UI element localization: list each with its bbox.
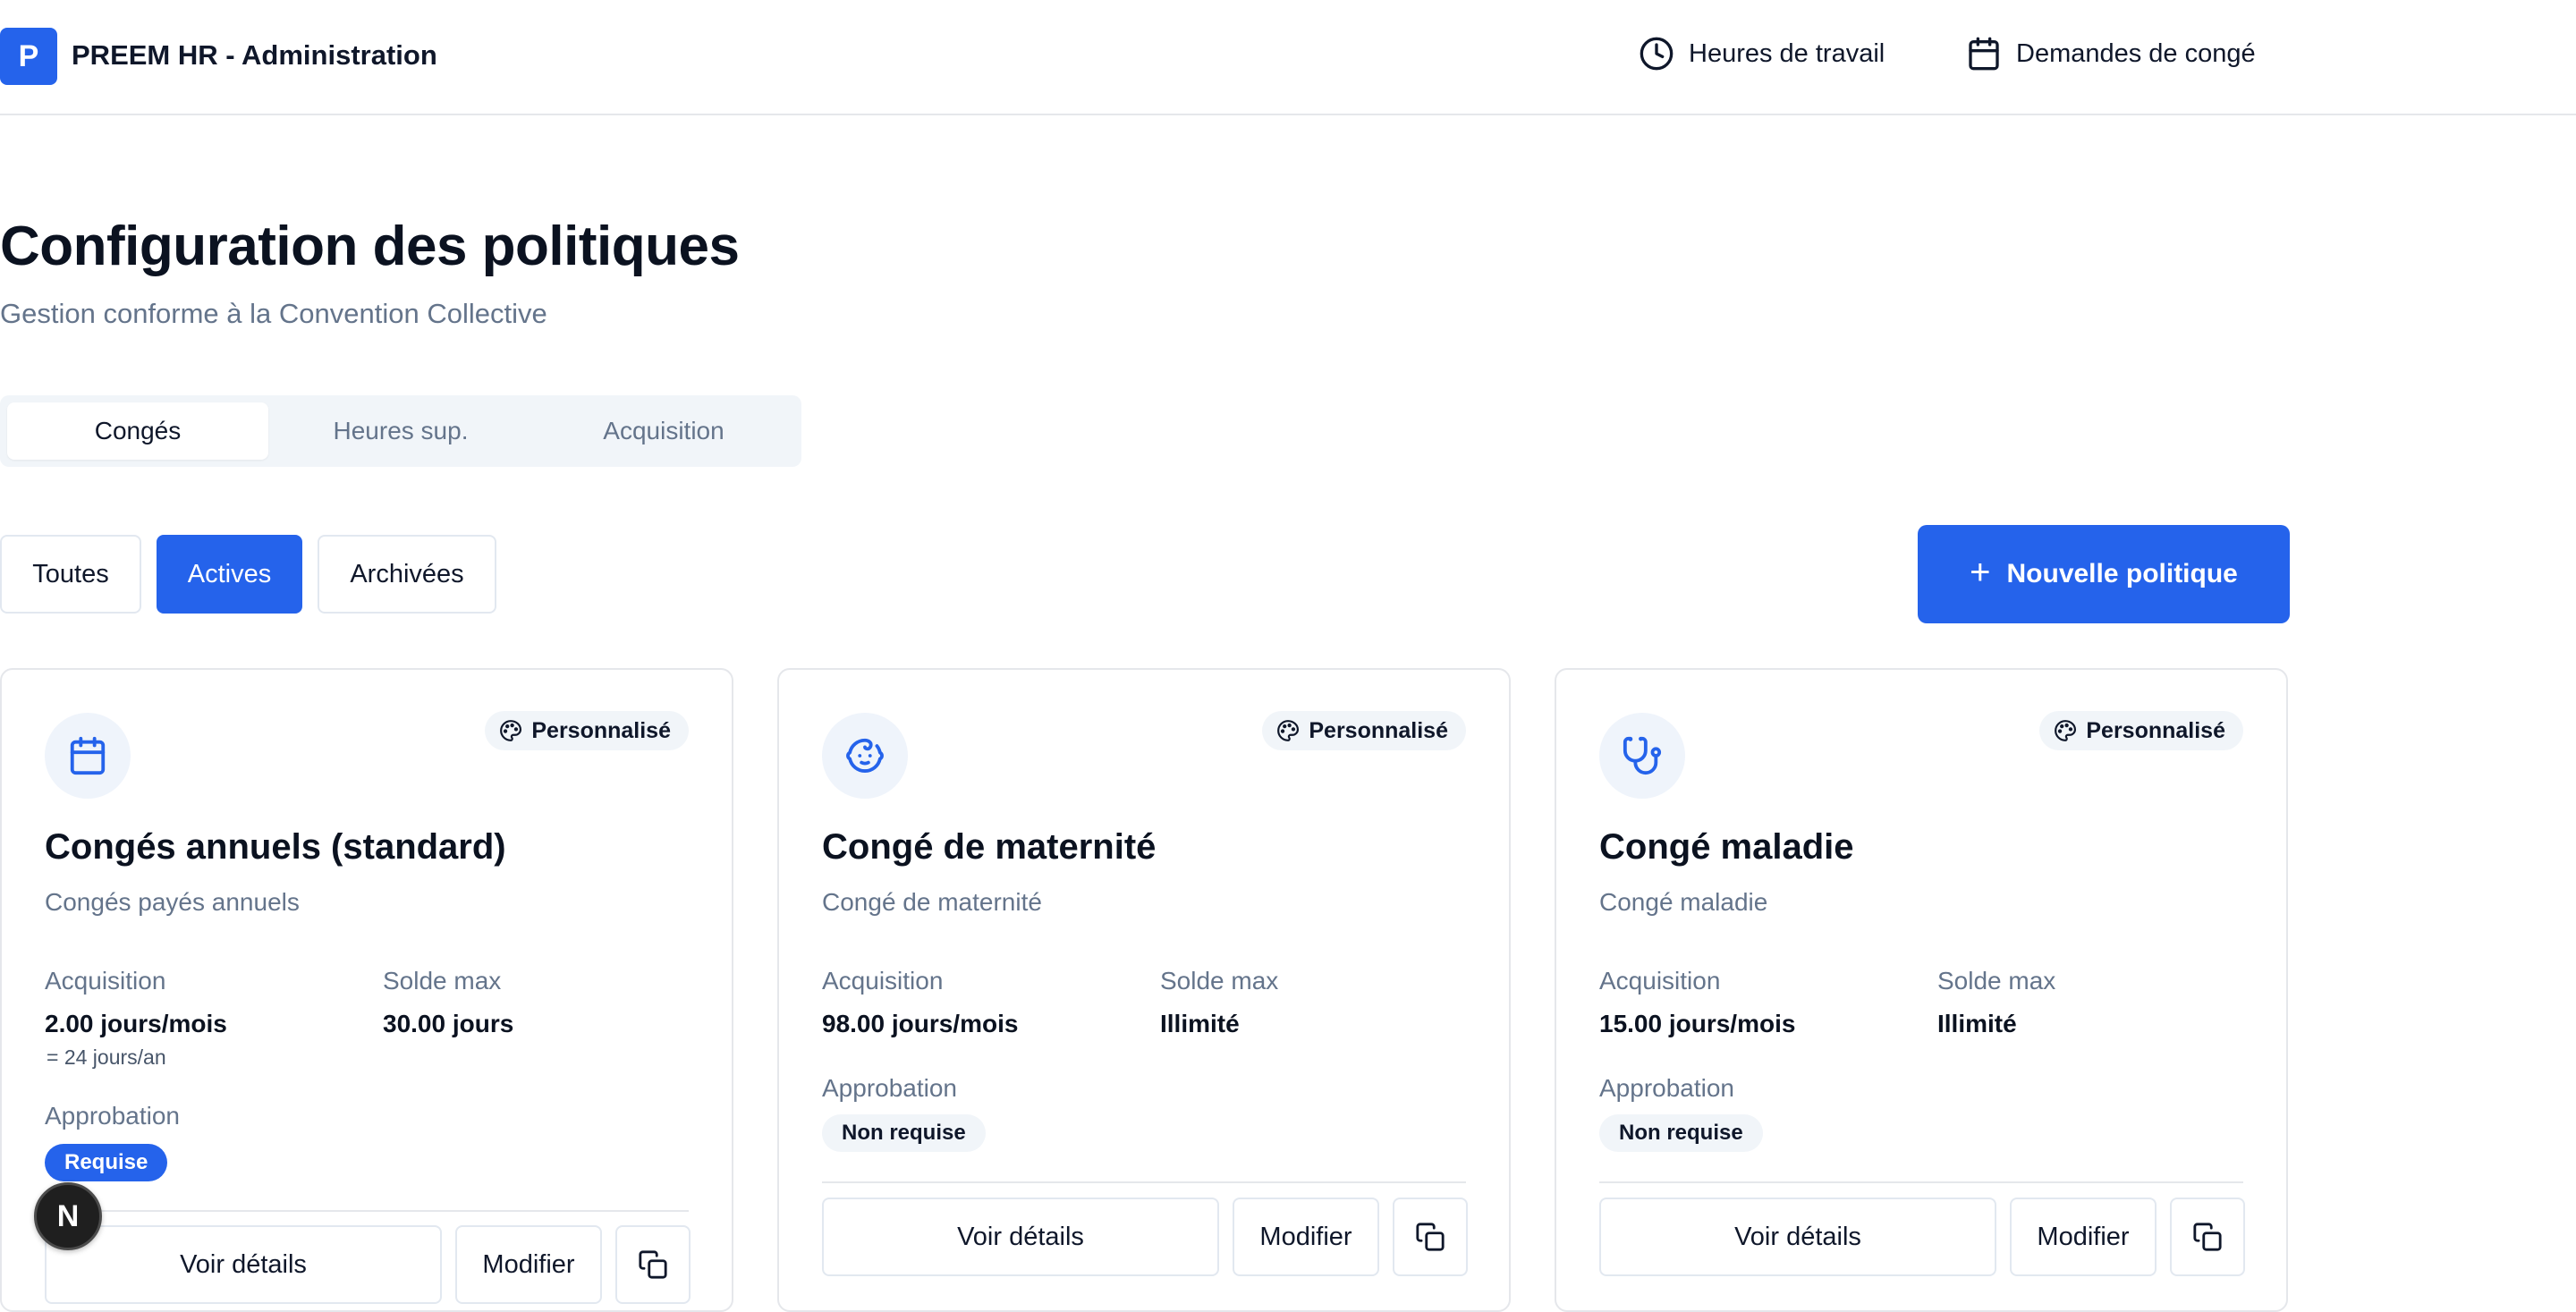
top-bar: P PREEM HR - Administration Heures de tr… — [0, 0, 2576, 115]
approval-badge: Requise — [45, 1144, 168, 1181]
card-divider — [1599, 1181, 2243, 1183]
duplicate-button[interactable] — [1393, 1198, 1468, 1276]
max-balance-label: Solde max — [383, 967, 502, 995]
new-policy-label: Nouvelle politique — [2006, 559, 2238, 588]
approval-label: Approbation — [822, 1074, 958, 1102]
policy-description: Congé de maternité — [822, 888, 1042, 916]
policy-title: Congé de maternité — [822, 827, 1157, 867]
custom-badge-label: Personnalisé — [1309, 717, 1448, 743]
filter-all[interactable]: Toutes — [0, 535, 141, 614]
policy-card: Personnalisé Congé maladie Congé maladie… — [1555, 668, 2288, 1312]
max-balance-value: Illimité — [1160, 1010, 1240, 1037]
card-divider — [822, 1181, 1466, 1183]
copy-icon — [2193, 1223, 2222, 1251]
custom-badge: Personnalisé — [1262, 711, 1466, 750]
custom-badge-label: Personnalisé — [531, 717, 671, 743]
approval-badge: Non requise — [822, 1114, 986, 1152]
view-details-button[interactable]: Voir détails — [1599, 1198, 1996, 1276]
palette-icon — [500, 720, 522, 741]
nav-leave-requests-label: Demandes de congé — [2016, 38, 2256, 68]
max-balance-label: Solde max — [1937, 967, 2056, 995]
tab-acquisition[interactable]: Acquisition — [533, 402, 794, 460]
calendar-icon — [45, 713, 131, 799]
duplicate-button[interactable] — [615, 1225, 691, 1304]
app-title[interactable]: PREEM HR - Administration — [72, 39, 437, 72]
acquisition-value: 98.00 jours/mois — [822, 1010, 1019, 1037]
acquisition-value: 2.00 jours/mois — [45, 1010, 227, 1037]
palette-icon — [1277, 720, 1300, 741]
filter-active[interactable]: Actives — [157, 535, 302, 614]
duplicate-button[interactable] — [2170, 1198, 2245, 1276]
nav-working-hours-label: Heures de travail — [1689, 38, 1885, 68]
acquisition-note: = 24 jours/an — [47, 1045, 166, 1069]
card-divider — [45, 1210, 689, 1212]
edit-button[interactable]: Modifier — [2010, 1198, 2157, 1276]
page-subtitle: Gestion conforme à la Convention Collect… — [0, 298, 547, 329]
app-logo[interactable]: P — [0, 28, 57, 85]
approval-label: Approbation — [45, 1102, 181, 1130]
tab-overtime[interactable]: Heures sup. — [270, 402, 531, 460]
floating-n-button[interactable]: N — [34, 1182, 102, 1250]
max-balance-value: Illimité — [1937, 1010, 2017, 1037]
calendar-icon — [1969, 37, 1999, 71]
copy-icon — [1416, 1223, 1445, 1251]
custom-badge: Personnalisé — [2039, 711, 2243, 750]
edit-button[interactable]: Modifier — [1233, 1198, 1379, 1276]
acquisition-label: Acquisition — [45, 967, 166, 995]
filter-archived[interactable]: Archivées — [318, 535, 496, 614]
view-details-button[interactable]: Voir détails — [822, 1198, 1219, 1276]
stethoscope-icon — [1599, 713, 1685, 799]
acquisition-label: Acquisition — [822, 967, 944, 995]
new-policy-button[interactable]: + Nouvelle politique — [1918, 525, 2290, 623]
policy-title: Congé maladie — [1599, 827, 1854, 867]
plus-icon: + — [1970, 553, 1991, 592]
tab-leaves[interactable]: Congés — [7, 402, 268, 460]
baby-icon — [822, 713, 908, 799]
copy-icon — [639, 1250, 667, 1279]
page-title: Configuration des politiques — [0, 216, 740, 277]
max-balance-value: 30.00 jours — [383, 1010, 514, 1037]
clock-icon — [1640, 37, 1674, 71]
policy-title: Congés annuels (standard) — [45, 827, 506, 867]
custom-badge: Personnalisé — [485, 711, 689, 750]
acquisition-value: 15.00 jours/mois — [1599, 1010, 1796, 1037]
policy-description: Congé maladie — [1599, 888, 1768, 916]
nav-leave-requests[interactable]: Demandes de congé — [1966, 36, 2256, 72]
policy-card: Personnalisé Congé de maternité Congé de… — [777, 668, 1511, 1312]
nav-working-hours[interactable]: Heures de travail — [1639, 36, 1885, 72]
edit-button[interactable]: Modifier — [455, 1225, 602, 1304]
view-details-button[interactable]: Voir détails — [45, 1225, 442, 1304]
max-balance-label: Solde max — [1160, 967, 1279, 995]
palette-icon — [2055, 720, 2077, 741]
approval-label: Approbation — [1599, 1074, 1735, 1102]
acquisition-label: Acquisition — [1599, 967, 1721, 995]
custom-badge-label: Personnalisé — [2086, 717, 2225, 743]
policy-tabs: Congés Heures sup. Acquisition — [0, 395, 801, 467]
approval-badge: Non requise — [1599, 1114, 1763, 1152]
policy-description: Congés payés annuels — [45, 888, 300, 916]
policy-card: Personnalisé Congés annuels (standard) C… — [0, 668, 733, 1312]
